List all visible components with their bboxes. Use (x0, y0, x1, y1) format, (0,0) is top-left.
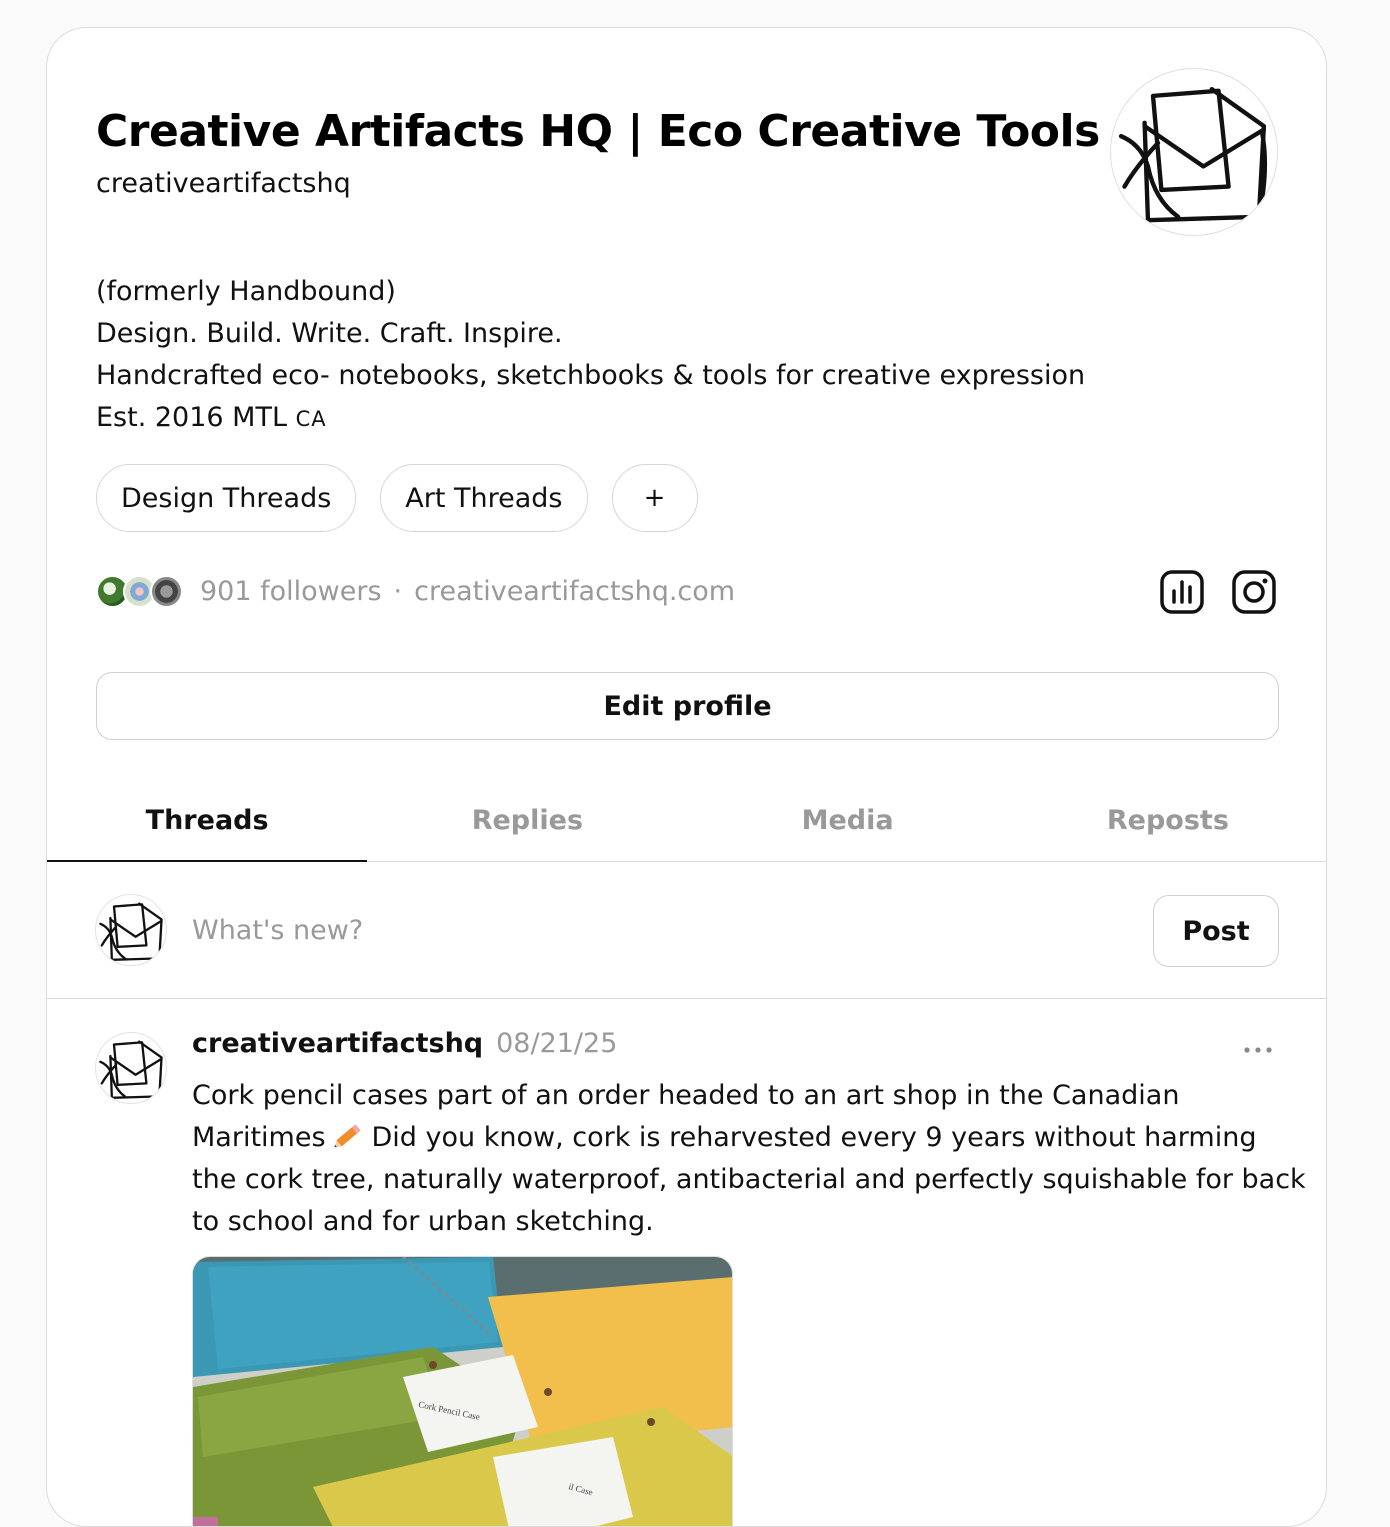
tag-design-threads[interactable]: Design Threads (96, 464, 357, 532)
insights-button[interactable] (1159, 569, 1205, 615)
edit-profile-button[interactable]: Edit profile (96, 672, 1279, 740)
bio-line: Design. Build. Write. Craft. Inspire. (96, 318, 563, 349)
tab-reposts[interactable]: Reposts (1008, 780, 1326, 861)
thread-header: creativeartifactshq 08/21/25 (192, 1028, 617, 1059)
tab-replies[interactable]: Replies (367, 780, 687, 861)
instagram-button[interactable] (1231, 569, 1277, 615)
envelope-sketch-icon (1118, 86, 1268, 223)
composer-avatar (95, 894, 167, 966)
more-horizontal-icon (1244, 1047, 1272, 1053)
flag-ca: CA (295, 407, 327, 431)
composer: What's new? Post (47, 863, 1326, 999)
pencil-emoji-icon (332, 1120, 366, 1150)
bio-line: (formerly Handbound) (96, 276, 396, 307)
tab-threads[interactable]: Threads (47, 780, 368, 862)
bio-established: Est. 2016 MTL (96, 402, 288, 433)
bio-line: Handcrafted eco- notebooks, sketchbooks … (96, 360, 1086, 391)
instagram-icon (1232, 570, 1276, 614)
profile-tags: Design Threads Art Threads + (96, 464, 698, 532)
separator-dot: · (393, 575, 403, 607)
thread-username[interactable]: creativeartifactshq (192, 1028, 483, 1059)
profile-avatar[interactable] (1110, 68, 1278, 236)
thread-date[interactable]: 08/21/25 (496, 1028, 617, 1059)
followers-count[interactable]: 901 followers (200, 576, 382, 607)
profile-bio: (formerly Handbound) Design. Build. Writ… (96, 271, 1085, 440)
thread-avatar[interactable] (95, 1032, 167, 1104)
thread-line: the cork tree, naturally waterproof, ant… (192, 1164, 1306, 1195)
tag-art-threads[interactable]: Art Threads (380, 464, 588, 532)
cork-pencil-case-photo: Cork Pencil Case il Case (193, 1257, 732, 1526)
follower-avatar (150, 575, 183, 608)
followers-row: 901 followers · creativeartifactshq.com (96, 573, 735, 609)
thread-item: creativeartifactshq 08/21/25 Cork pencil… (47, 1000, 1326, 1526)
envelope-sketch-icon (99, 1040, 163, 1099)
website-link[interactable]: creativeartifactshq.com (414, 576, 735, 607)
follower-avatars[interactable] (96, 573, 188, 609)
profile-card: Creative Artifacts HQ | Eco Creative Too… (46, 27, 1327, 1527)
thread-photo[interactable]: Cork Pencil Case il Case (192, 1256, 733, 1526)
followers-info: 901 followers · creativeartifactshq.com (200, 576, 735, 607)
thread-line: Maritimes Did you know, cork is reharvest… (192, 1120, 1257, 1153)
bar-chart-icon (1160, 570, 1204, 614)
profile-display-name: Creative Artifacts HQ | Eco Creative Too… (96, 106, 1100, 157)
thread-line: Cork pencil cases part of an order heade… (192, 1080, 1180, 1111)
add-tag-button[interactable]: + (611, 464, 698, 532)
tab-media[interactable]: Media (688, 780, 1008, 861)
profile-username: creativeartifactshq (96, 168, 351, 199)
envelope-sketch-icon (99, 902, 163, 961)
bio-line: Est. 2016 MTL CA (96, 397, 1085, 440)
profile-tabs: Threads Replies Media Reposts (47, 780, 1326, 862)
thread-text: Cork pencil cases part of an order heade… (192, 1075, 1306, 1243)
more-options-button[interactable] (1243, 1040, 1273, 1053)
whats-new-input[interactable]: What's new? (192, 915, 363, 946)
thread-line: to school and for urban sketching. (192, 1206, 654, 1237)
post-button[interactable]: Post (1153, 895, 1279, 967)
